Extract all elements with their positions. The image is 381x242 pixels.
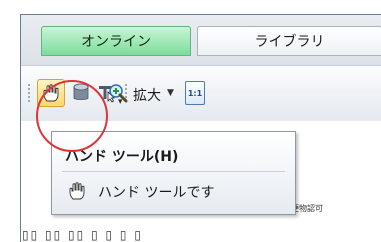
tab-library[interactable]: ライブラリ (197, 26, 381, 56)
toolbar-grip[interactable] (27, 83, 31, 103)
background-bottom-text: ▯▯ ▯▯ ▯▯ ▯ ▯ ▯ ▯ (22, 228, 143, 242)
tooltip-divider (62, 171, 285, 172)
tooltip-body: ハンド ツールです (98, 185, 215, 201)
zoom-dropdown-arrow[interactable]: ▼ (167, 88, 174, 98)
magnifier-plus-icon (109, 84, 128, 103)
fit-page-button[interactable]: 1:1 (185, 81, 205, 105)
zoom-button[interactable] (105, 79, 131, 107)
zoom-label[interactable]: 拡大 (133, 85, 161, 105)
fit-page-icon: 1:1 (187, 88, 203, 98)
tab-bar: オンライン ライブラリ (21, 15, 381, 65)
hand-icon (69, 182, 85, 200)
annotation-circle (36, 80, 108, 152)
tab-online[interactable]: オンライン (41, 26, 191, 56)
